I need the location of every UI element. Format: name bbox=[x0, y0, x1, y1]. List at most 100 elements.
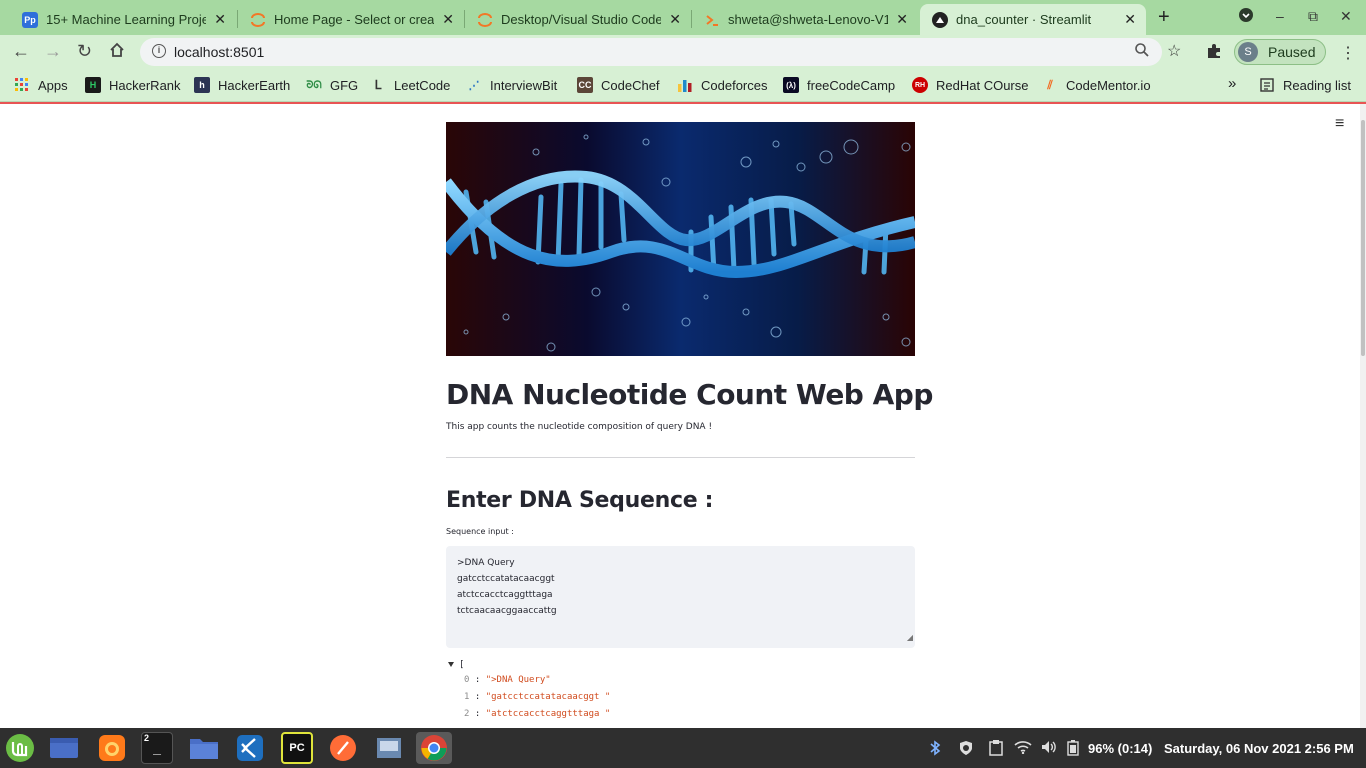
freecodecamp-icon: (λ) bbox=[783, 77, 799, 93]
tab-jupyter-home[interactable]: Home Page - Select or creat ✕ bbox=[238, 4, 464, 35]
tab-label: Home Page - Select or creat bbox=[274, 12, 434, 27]
bookmark-codechef[interactable]: CC CodeChef bbox=[577, 77, 660, 93]
volume-icon[interactable] bbox=[1041, 740, 1057, 757]
extensions-puzzle-icon[interactable] bbox=[1206, 43, 1222, 64]
tab-search-icon[interactable] bbox=[1238, 7, 1254, 26]
json-value: "atctccacctcaggtttaga " bbox=[485, 709, 611, 719]
restore-icon[interactable]: ⧉ bbox=[1308, 8, 1318, 25]
tab-jupyter-terminal[interactable]: shweta@shweta-Lenovo-V1 ✕ bbox=[692, 4, 918, 35]
forward-arrow-icon[interactable]: → bbox=[44, 41, 62, 62]
bookmark-star-icon[interactable]: ☆ bbox=[1167, 41, 1181, 61]
bookmark-label: Apps bbox=[38, 77, 68, 93]
bookmark-apps[interactable]: Apps bbox=[14, 77, 68, 93]
reading-list-label: Reading list bbox=[1283, 77, 1351, 93]
window-count: 2 bbox=[144, 733, 150, 743]
bookmark-label: CodeChef bbox=[601, 77, 660, 93]
tab-streamlit-active[interactable]: dna_counter · Streamlit ✕ bbox=[920, 4, 1146, 35]
show-desktop-icon[interactable] bbox=[48, 732, 80, 764]
divider bbox=[446, 457, 915, 458]
reading-list-icon bbox=[1259, 77, 1275, 93]
url-text: localhost:8501 bbox=[174, 44, 265, 60]
collapse-caret-icon[interactable] bbox=[448, 662, 454, 667]
bookmark-gfg[interactable]: ᘐᘏ GFG bbox=[306, 77, 358, 93]
mint-menu-icon[interactable] bbox=[4, 732, 36, 764]
bookmark-redhat[interactable]: RH RedHat COurse bbox=[912, 77, 1028, 93]
codeforces-icon bbox=[677, 77, 693, 93]
close-icon[interactable]: ✕ bbox=[669, 11, 681, 28]
pycharm-label: PC bbox=[289, 742, 305, 754]
tab-label: 15+ Machine Learning Proje bbox=[46, 12, 206, 27]
bookmark-hackerrank[interactable]: H HackerRank bbox=[85, 77, 181, 93]
shield-icon[interactable] bbox=[958, 740, 974, 759]
gfg-icon: ᘐᘏ bbox=[306, 79, 322, 91]
profile-status: Paused bbox=[1268, 44, 1316, 60]
resize-handle-icon[interactable]: ◢ bbox=[907, 630, 913, 646]
address-bar[interactable]: i localhost:8501 bbox=[140, 38, 1162, 66]
page-scrollbar[interactable] bbox=[1360, 104, 1366, 728]
bookmark-label: InterviewBit bbox=[490, 77, 558, 93]
close-icon[interactable]: ✕ bbox=[214, 11, 226, 28]
bookmark-interviewbit[interactable]: ⋰ InterviewBit bbox=[466, 77, 558, 93]
close-icon[interactable]: ✕ bbox=[442, 11, 454, 28]
json-open-bracket: [ bbox=[459, 660, 465, 670]
new-tab-button[interactable]: + bbox=[1158, 6, 1170, 29]
jupyter-terminal-icon bbox=[704, 12, 720, 28]
close-icon[interactable]: ✕ bbox=[896, 11, 908, 28]
bookmark-label: freeCodeCamp bbox=[807, 77, 896, 93]
browser-toolbar: ← → ↻ i localhost:8501 ☆ S Paused ⋮ bbox=[0, 35, 1366, 69]
reading-list-button[interactable]: Reading list bbox=[1259, 77, 1351, 93]
app-description: This app counts the nucleotide compositi… bbox=[446, 422, 713, 432]
menu-dots-icon[interactable]: ⋮ bbox=[1340, 43, 1356, 63]
postman-icon[interactable] bbox=[327, 732, 359, 764]
minimize-icon[interactable]: – bbox=[1276, 8, 1284, 24]
zoom-search-icon[interactable] bbox=[1134, 42, 1150, 62]
bookmark-freecodecamp[interactable]: (λ) freeCodeCamp bbox=[783, 77, 895, 93]
bookmark-label: RedHat COurse bbox=[936, 77, 1029, 93]
bookmark-codementor[interactable]: ⫽ CodeMentor.io bbox=[1042, 77, 1151, 93]
home-icon[interactable] bbox=[108, 41, 126, 64]
sequence-line: >DNA Query bbox=[457, 558, 515, 568]
window-close-icon[interactable]: ✕ bbox=[1340, 8, 1352, 25]
virtualbox-icon[interactable] bbox=[373, 732, 405, 764]
battery-status[interactable]: 96% (0:14) bbox=[1088, 741, 1152, 756]
profile-button[interactable]: S Paused bbox=[1234, 39, 1326, 65]
sequence-input-label: Sequence input : bbox=[446, 527, 514, 536]
vscode-icon[interactable] bbox=[234, 732, 266, 764]
bookmark-label: CodeMentor.io bbox=[1066, 77, 1151, 93]
files-icon[interactable] bbox=[188, 732, 220, 764]
tab-machine-learning[interactable]: Pp 15+ Machine Learning Proje ✕ bbox=[10, 4, 236, 35]
clipboard-icon[interactable] bbox=[989, 740, 1003, 759]
bookmark-leetcode[interactable]: ᒪ LeetCode bbox=[370, 77, 451, 93]
interviewbit-icon: ⋰ bbox=[468, 79, 480, 92]
tab-label: shweta@shweta-Lenovo-V1 bbox=[728, 12, 888, 27]
streamlit-page: ≡ DNA Nucleotide Count Web App This app … bbox=[0, 104, 1366, 728]
scrollbar-thumb[interactable] bbox=[1361, 120, 1365, 356]
bookmarks-bar: Apps H HackerRank h HackerEarth ᘐᘏ GFG ᒪ… bbox=[0, 69, 1366, 102]
dna-helix-image bbox=[446, 122, 915, 356]
back-arrow-icon[interactable]: ← bbox=[12, 41, 30, 62]
chrome-icon[interactable] bbox=[416, 732, 452, 764]
close-icon[interactable]: ✕ bbox=[1124, 11, 1136, 28]
terminal-icon[interactable]: 2 _ bbox=[141, 732, 173, 764]
bookmarks-overflow-button[interactable]: » bbox=[1228, 75, 1236, 92]
bluetooth-icon[interactable] bbox=[928, 740, 942, 759]
tab-jupyter-vscode[interactable]: Desktop/Visual Studio Code ✕ bbox=[465, 4, 691, 35]
wifi-icon[interactable] bbox=[1014, 740, 1032, 757]
firefox-icon[interactable] bbox=[96, 732, 128, 764]
hamburger-menu-icon[interactable]: ≡ bbox=[1335, 115, 1344, 133]
bookmark-hackerearth[interactable]: h HackerEarth bbox=[194, 77, 290, 93]
taskbar: 2 _ PC 96% (0:14) Saturday, 06 Nov 2021 … bbox=[0, 728, 1366, 768]
apps-grid-icon bbox=[14, 77, 30, 93]
site-info-icon[interactable]: i bbox=[152, 44, 166, 58]
sequence-line: atctccacctcaggtttaga bbox=[457, 590, 553, 600]
json-item: 1 : "gatcctccatatacaacggt " bbox=[464, 692, 611, 702]
hackerearth-icon: h bbox=[194, 77, 210, 93]
avatar: S bbox=[1238, 42, 1258, 62]
battery-icon[interactable] bbox=[1067, 740, 1079, 759]
bookmark-codeforces[interactable]: Codeforces bbox=[677, 77, 767, 93]
pycharm-icon[interactable]: PC bbox=[281, 732, 313, 764]
clock[interactable]: Saturday, 06 Nov 2021 2:56 PM bbox=[1164, 741, 1354, 756]
sequence-textarea[interactable]: >DNA Query gatcctccatatacaacggt atctccac… bbox=[446, 546, 915, 648]
reload-icon[interactable]: ↻ bbox=[77, 41, 92, 62]
leetcode-icon: ᒪ bbox=[374, 78, 382, 92]
